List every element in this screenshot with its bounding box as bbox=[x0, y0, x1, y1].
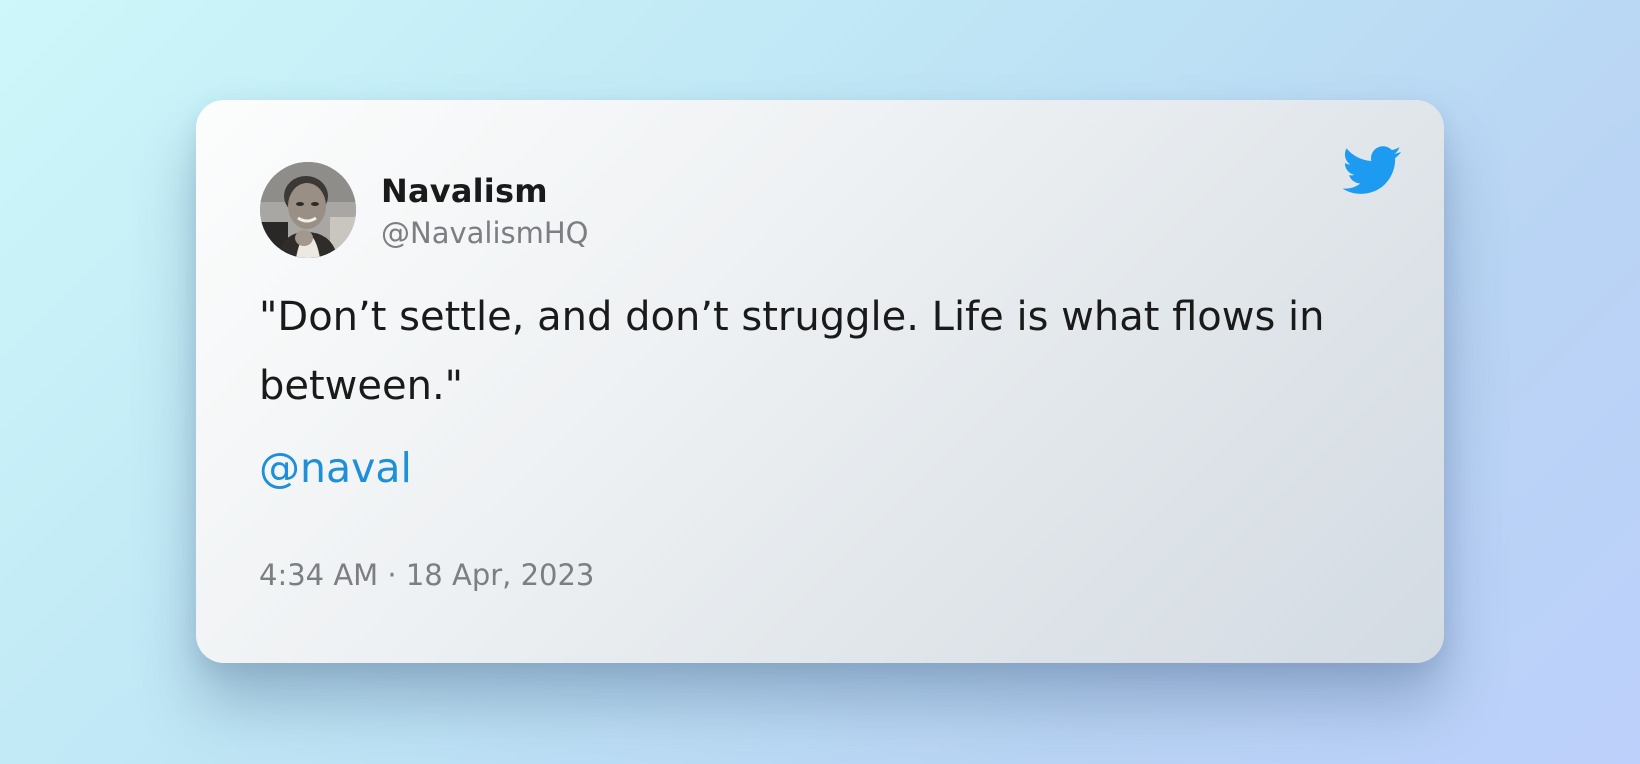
mention-link[interactable]: @naval bbox=[259, 444, 412, 492]
avatar-image bbox=[260, 162, 356, 258]
tweet-timestamp[interactable]: 4:34 AM · 18 Apr, 2023 bbox=[259, 558, 594, 592]
twitter-bird-icon bbox=[1342, 145, 1402, 197]
tweet-card: Navalism @NavalismHQ "Don’t settle, and … bbox=[196, 100, 1444, 663]
tweet-text: "Don’t settle, and don’t struggle. Life … bbox=[259, 294, 1325, 409]
avatar[interactable] bbox=[260, 162, 356, 258]
author-handle[interactable]: @NavalismHQ bbox=[381, 216, 589, 250]
author-name[interactable]: Navalism bbox=[381, 172, 548, 210]
